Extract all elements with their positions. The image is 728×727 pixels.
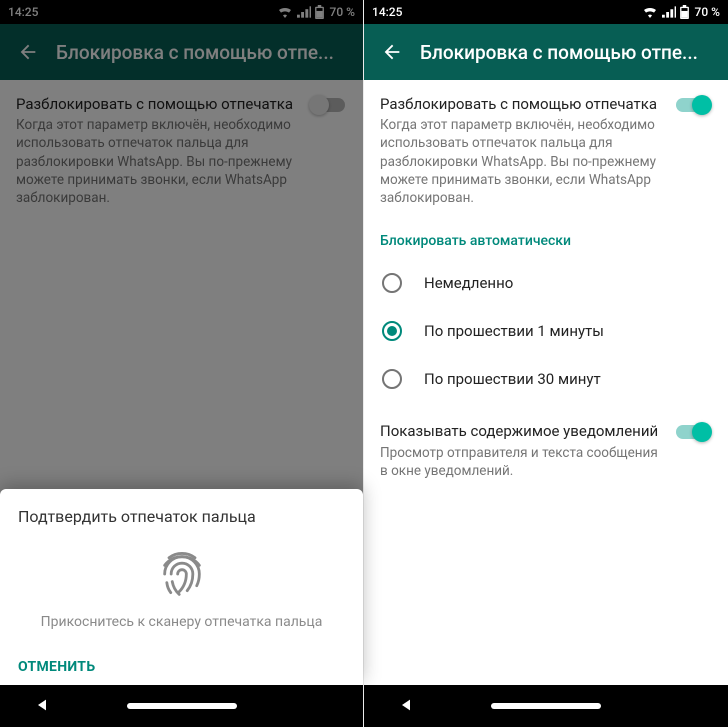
notif-title: Показывать содержимое уведомлений: [380, 421, 668, 441]
fingerprint-dialog: Подтвердить отпечаток пальца Прикоснитес…: [0, 489, 363, 685]
radio-icon: [382, 273, 402, 293]
back-arrow-icon: [381, 41, 403, 63]
status-bar: 14:25 70 %: [364, 0, 728, 24]
dialog-hint: Прикоснитесь к сканеру отпечатка пальца: [18, 614, 345, 630]
status-battery-pct: 70 %: [695, 5, 720, 19]
screenshot-right: 14:25 70 % Блокировка с помощью отпе... …: [364, 0, 728, 727]
unlock-desc: Когда этот параметр включён, необходимо …: [380, 116, 668, 207]
show-notification-content-row[interactable]: Показывать содержимое уведомлений Просмо…: [380, 421, 712, 480]
auto-lock-option-30min[interactable]: По прошествии 30 минут: [380, 355, 712, 403]
dialog-title: Подтвердить отпечаток пальца: [18, 507, 345, 526]
auto-lock-header: Блокировать автоматически: [380, 233, 712, 249]
nav-bar: [364, 685, 728, 727]
notif-desc: Просмотр отправителя и текста сообщения …: [380, 444, 668, 480]
nav-home-pill[interactable]: [491, 703, 601, 709]
nav-bar: [0, 685, 363, 727]
cancel-button[interactable]: ОТМЕНИТЬ: [18, 659, 95, 675]
auto-lock-option-1min[interactable]: По прошествии 1 минуты: [380, 307, 712, 355]
radio-label: По прошествии 1 минуты: [424, 322, 604, 340]
app-bar: Блокировка с помощью отпе...: [364, 24, 728, 80]
radio-icon: [382, 369, 402, 389]
settings-content: Разблокировать с помощью отпечатка Когда…: [364, 80, 728, 727]
radio-label: Немедленно: [424, 274, 513, 292]
unlock-with-fingerprint-row[interactable]: Разблокировать с помощью отпечатка Когда…: [380, 94, 712, 207]
radio-icon: [382, 321, 402, 341]
unlock-switch[interactable]: [676, 98, 710, 112]
signal-icon: [662, 6, 676, 18]
wifi-icon: [642, 6, 658, 18]
nav-home-pill[interactable]: [127, 703, 237, 709]
back-button[interactable]: [376, 36, 408, 68]
status-icons: 70 %: [642, 5, 720, 19]
fingerprint-icon: [156, 548, 208, 600]
nav-back-icon[interactable]: [398, 697, 414, 713]
screenshot-left: 14:25 70 % Блокировка с помощью отпе... …: [0, 0, 364, 727]
app-bar-title: Блокировка с помощью отпе...: [420, 41, 698, 64]
notif-switch[interactable]: [676, 425, 710, 439]
nav-back-icon[interactable]: [34, 697, 50, 713]
battery-icon: [680, 5, 689, 19]
status-time: 14:25: [372, 5, 402, 19]
radio-label: По прошествии 30 минут: [424, 370, 601, 388]
unlock-title: Разблокировать с помощью отпечатка: [380, 94, 668, 114]
auto-lock-option-immediately[interactable]: Немедленно: [380, 259, 712, 307]
